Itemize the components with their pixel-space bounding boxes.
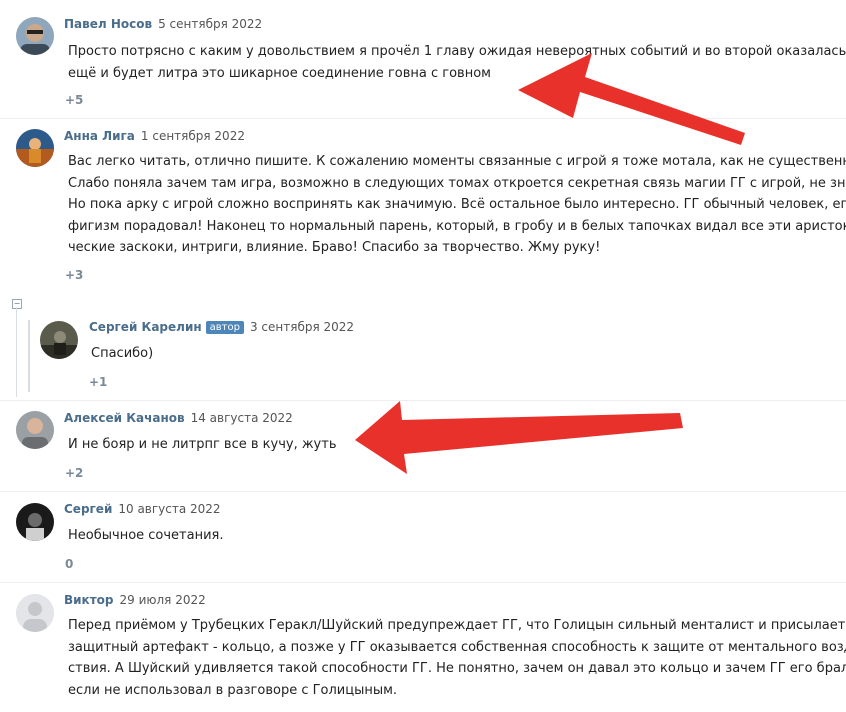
collapse-thread-icon[interactable]: −	[12, 299, 22, 309]
vote-count[interactable]: +5	[65, 93, 83, 107]
divider	[0, 491, 846, 492]
vote-count[interactable]: +2	[65, 466, 83, 480]
comment-text: И не бояр и не литрпг все в кучу, жуть	[68, 437, 337, 452]
author-name[interactable]: Сергей	[64, 502, 112, 516]
divider	[0, 400, 846, 401]
vote-count[interactable]: 0	[65, 557, 73, 571]
author-name[interactable]: Анна Лига	[64, 129, 135, 143]
thread-line	[16, 307, 17, 397]
avatar[interactable]	[16, 411, 54, 449]
divider	[0, 118, 846, 119]
comment-date: 5 сентября 2022	[158, 17, 263, 31]
comment-date: 14 августа 2022	[190, 411, 293, 425]
comment-text: Перед приёмом у Трубецких Геракл/Шуйский…	[68, 618, 846, 698]
avatar[interactable]	[16, 129, 54, 167]
default-avatar[interactable]	[16, 594, 54, 632]
comment-date: 1 сентября 2022	[140, 129, 245, 143]
avatar[interactable]	[40, 321, 78, 359]
avatar[interactable]	[16, 503, 54, 541]
author-name[interactable]: Павел Носов	[64, 17, 152, 31]
comment-text: Просто потрясно с каким у довольствием я…	[68, 44, 846, 81]
vote-count[interactable]: +1	[89, 375, 107, 389]
reply-indent-bar	[28, 320, 30, 392]
comment-date: 3 сентября 2022	[249, 320, 355, 334]
comment-text: Спасибо)	[91, 346, 154, 361]
author-name[interactable]: Виктор	[64, 593, 114, 607]
comment-text: Вас легко читать, отлично пишите. К сожа…	[68, 154, 846, 255]
vote-count[interactable]: +3	[65, 268, 83, 282]
author-name[interactable]: Алексей Качанов	[64, 411, 185, 425]
author-badge: автор	[205, 321, 244, 334]
avatar[interactable]	[16, 17, 54, 55]
comment-date: 29 июля 2022	[119, 593, 206, 607]
comment-date: 10 августа 2022	[118, 502, 221, 516]
comment-text: Необычное сочетания.	[68, 528, 224, 543]
divider	[0, 582, 846, 583]
author-name[interactable]: Сергей Карелин	[89, 320, 202, 334]
